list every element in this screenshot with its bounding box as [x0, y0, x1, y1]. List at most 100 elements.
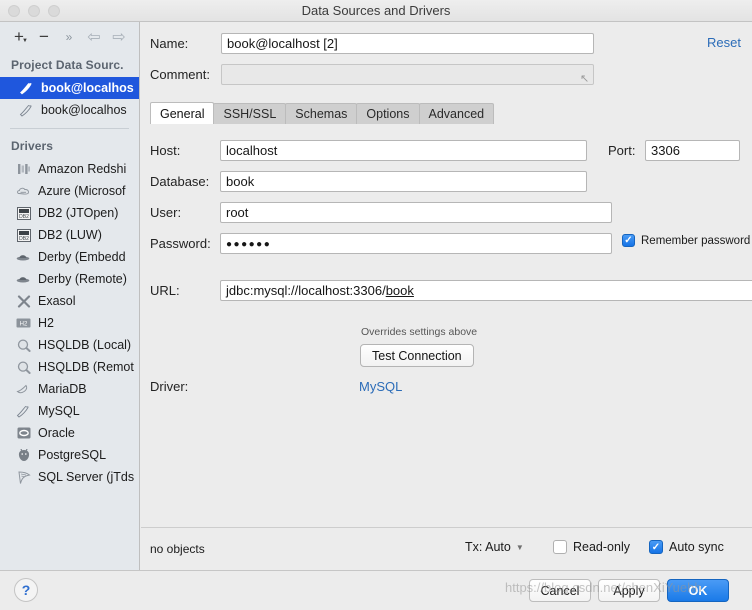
remember-password-label: Remember password [641, 234, 751, 247]
tab-schemas[interactable]: Schemas [285, 103, 358, 124]
chevron-down-icon: ▼ [22, 38, 28, 44]
auto-sync-group[interactable]: ✓ Auto sync [649, 540, 724, 554]
apply-button[interactable]: Apply [598, 579, 660, 602]
driver-link[interactable]: MySQL [359, 379, 402, 394]
dialog-window: Data Sources and Drivers + ▼ − » ⇦ ⇨ Pro… [0, 0, 752, 610]
remove-button[interactable]: − [33, 26, 55, 48]
derby-icon [15, 249, 32, 265]
sidebar-item-label: PostgreSQL [38, 448, 107, 462]
test-connection-button[interactable]: Test Connection [360, 344, 474, 367]
sidebar-item-driver-mysql[interactable]: MySQL [0, 400, 139, 422]
objects-status: no objects [150, 542, 205, 556]
chevron-down-icon: ▼ [515, 542, 524, 552]
sidebar-item-label: H2 [38, 316, 54, 330]
arrow-left-icon: ⇦ [87, 29, 101, 46]
sidebar-item-data-source-2[interactable]: book@localhos [0, 99, 139, 121]
read-only-group[interactable]: Read-only [553, 540, 630, 554]
title-bar: Data Sources and Drivers [0, 0, 752, 22]
hsqldb-icon [15, 359, 32, 375]
tab-options[interactable]: Options [356, 103, 420, 124]
drivers-header: Drivers [11, 139, 54, 153]
sidebar-item-driver-amazon-redshift[interactable]: Amazon Redshi [0, 158, 139, 180]
port-input[interactable]: 3306 [645, 140, 740, 161]
remember-password-checkbox[interactable]: ✓ [622, 234, 635, 247]
sqlserver-icon [15, 469, 32, 485]
url-prefix: jdbc:mysql://localhost:3306/ [226, 283, 386, 298]
forward-button[interactable]: ⇨ [108, 26, 130, 48]
sidebar-divider [10, 128, 129, 129]
exasol-icon [15, 293, 32, 309]
arrow-right-icon: ⇨ [112, 29, 126, 46]
sidebar-item-driver-sqlserver-jtds[interactable]: SQL Server (jTds [0, 466, 139, 488]
svg-text:DB2: DB2 [19, 214, 29, 220]
overrides-hint: Overrides settings above [361, 326, 478, 338]
tab-ssh-ssl[interactable]: SSH/SSL [213, 103, 287, 124]
url-input[interactable]: jdbc:mysql://localhost:3306/book [220, 280, 752, 301]
reset-link[interactable]: Reset [707, 35, 741, 50]
sidebar-item-label: HSQLDB (Remot [38, 360, 134, 374]
sidebar-item-label: DB2 (JTOpen) [38, 206, 119, 220]
sidebar-item-driver-azure[interactable]: Azure (Microsof [0, 180, 139, 202]
sidebar-item-label: Exasol [38, 294, 76, 308]
sidebar-item-driver-exasol[interactable]: Exasol [0, 290, 139, 312]
sidebar-item-label: Oracle [38, 426, 75, 440]
sidebar-item-driver-db2-luw[interactable]: DB2 DB2 (LUW) [0, 224, 139, 246]
host-label: Host: [150, 143, 181, 158]
sidebar-item-driver-db2-jtopen[interactable]: DB2 DB2 (JTOpen) [0, 202, 139, 224]
remember-password-group[interactable]: ✓ Remember password [622, 234, 750, 247]
sidebar-item-label: HSQLDB (Local) [38, 338, 132, 352]
sidebar-item-driver-derby-remote[interactable]: Derby (Remote) [0, 268, 139, 290]
add-button[interactable]: + ▼ [8, 26, 30, 48]
derby-icon [15, 271, 32, 287]
ok-button[interactable]: OK [667, 579, 729, 602]
hsqldb-icon [15, 337, 32, 353]
password-input[interactable]: ●●●●●● [220, 233, 612, 254]
tx-mode-menu[interactable]: Tx: Auto ▼ [465, 540, 524, 554]
sidebar-item-driver-postgresql[interactable]: PostgreSQL [0, 444, 139, 466]
sidebar-item-label: Azure (Microsof [38, 184, 126, 198]
more-button[interactable]: » [58, 26, 80, 48]
comment-label: Comment: [150, 67, 210, 82]
auto-sync-label: Auto sync [669, 540, 724, 554]
auto-sync-checkbox[interactable]: ✓ [649, 540, 663, 554]
sidebar-item-driver-hsqldb-local[interactable]: HSQLDB (Local) [0, 334, 139, 356]
database-label: Database: [150, 174, 210, 189]
tx-mode-label: Tx: Auto [465, 540, 511, 554]
user-input[interactable]: root [220, 202, 612, 223]
help-button[interactable]: ? [14, 578, 38, 602]
sidebar-item-driver-hsqldb-remote[interactable]: HSQLDB (Remot [0, 356, 139, 378]
sidebar-item-label: MariaDB [38, 382, 87, 396]
sidebar-item-driver-h2[interactable]: H2 H2 [0, 312, 139, 334]
sidebar-item-driver-mariadb[interactable]: MariaDB [0, 378, 139, 400]
mysql-icon [15, 403, 32, 419]
tab-general[interactable]: General [150, 102, 215, 124]
postgresql-icon [15, 447, 32, 463]
sidebar-item-driver-oracle[interactable]: Oracle [0, 422, 139, 444]
sidebar-item-label: Derby (Remote) [38, 272, 127, 286]
read-only-label: Read-only [573, 540, 630, 554]
driver-label: Driver: [150, 379, 189, 394]
sidebar-item-label: DB2 (LUW) [38, 228, 102, 242]
host-input[interactable]: localhost [220, 140, 587, 161]
sidebar-item-label: book@localhos [41, 81, 134, 95]
password-label: Password: [150, 236, 211, 251]
tab-advanced[interactable]: Advanced [418, 103, 495, 124]
cancel-button[interactable]: Cancel [529, 579, 591, 602]
read-only-checkbox[interactable] [553, 540, 567, 554]
mysql-icon [18, 102, 35, 118]
oracle-icon [15, 425, 32, 441]
back-button[interactable]: ⇦ [83, 26, 105, 48]
port-label: Port: [608, 143, 636, 158]
url-database-segment: book [385, 283, 414, 298]
database-input[interactable]: book [220, 171, 587, 192]
name-input[interactable]: book@localhost [2] [221, 33, 594, 54]
resize-grip-icon[interactable]: ↗ [580, 70, 589, 84]
sidebar-item-driver-derby-embedded[interactable]: Derby (Embedd [0, 246, 139, 268]
sidebar-item-label: book@localhos [41, 103, 127, 117]
comment-input[interactable]: ↗ [221, 64, 594, 85]
db2-icon: DB2 [15, 227, 32, 243]
sidebar-item-data-source-1[interactable]: book@localhos [0, 77, 139, 99]
sidebar-item-label: Amazon Redshi [38, 162, 127, 176]
minus-icon: − [39, 27, 49, 46]
tab-bar: General SSH/SSL Schemas Options Advanced [150, 102, 495, 124]
